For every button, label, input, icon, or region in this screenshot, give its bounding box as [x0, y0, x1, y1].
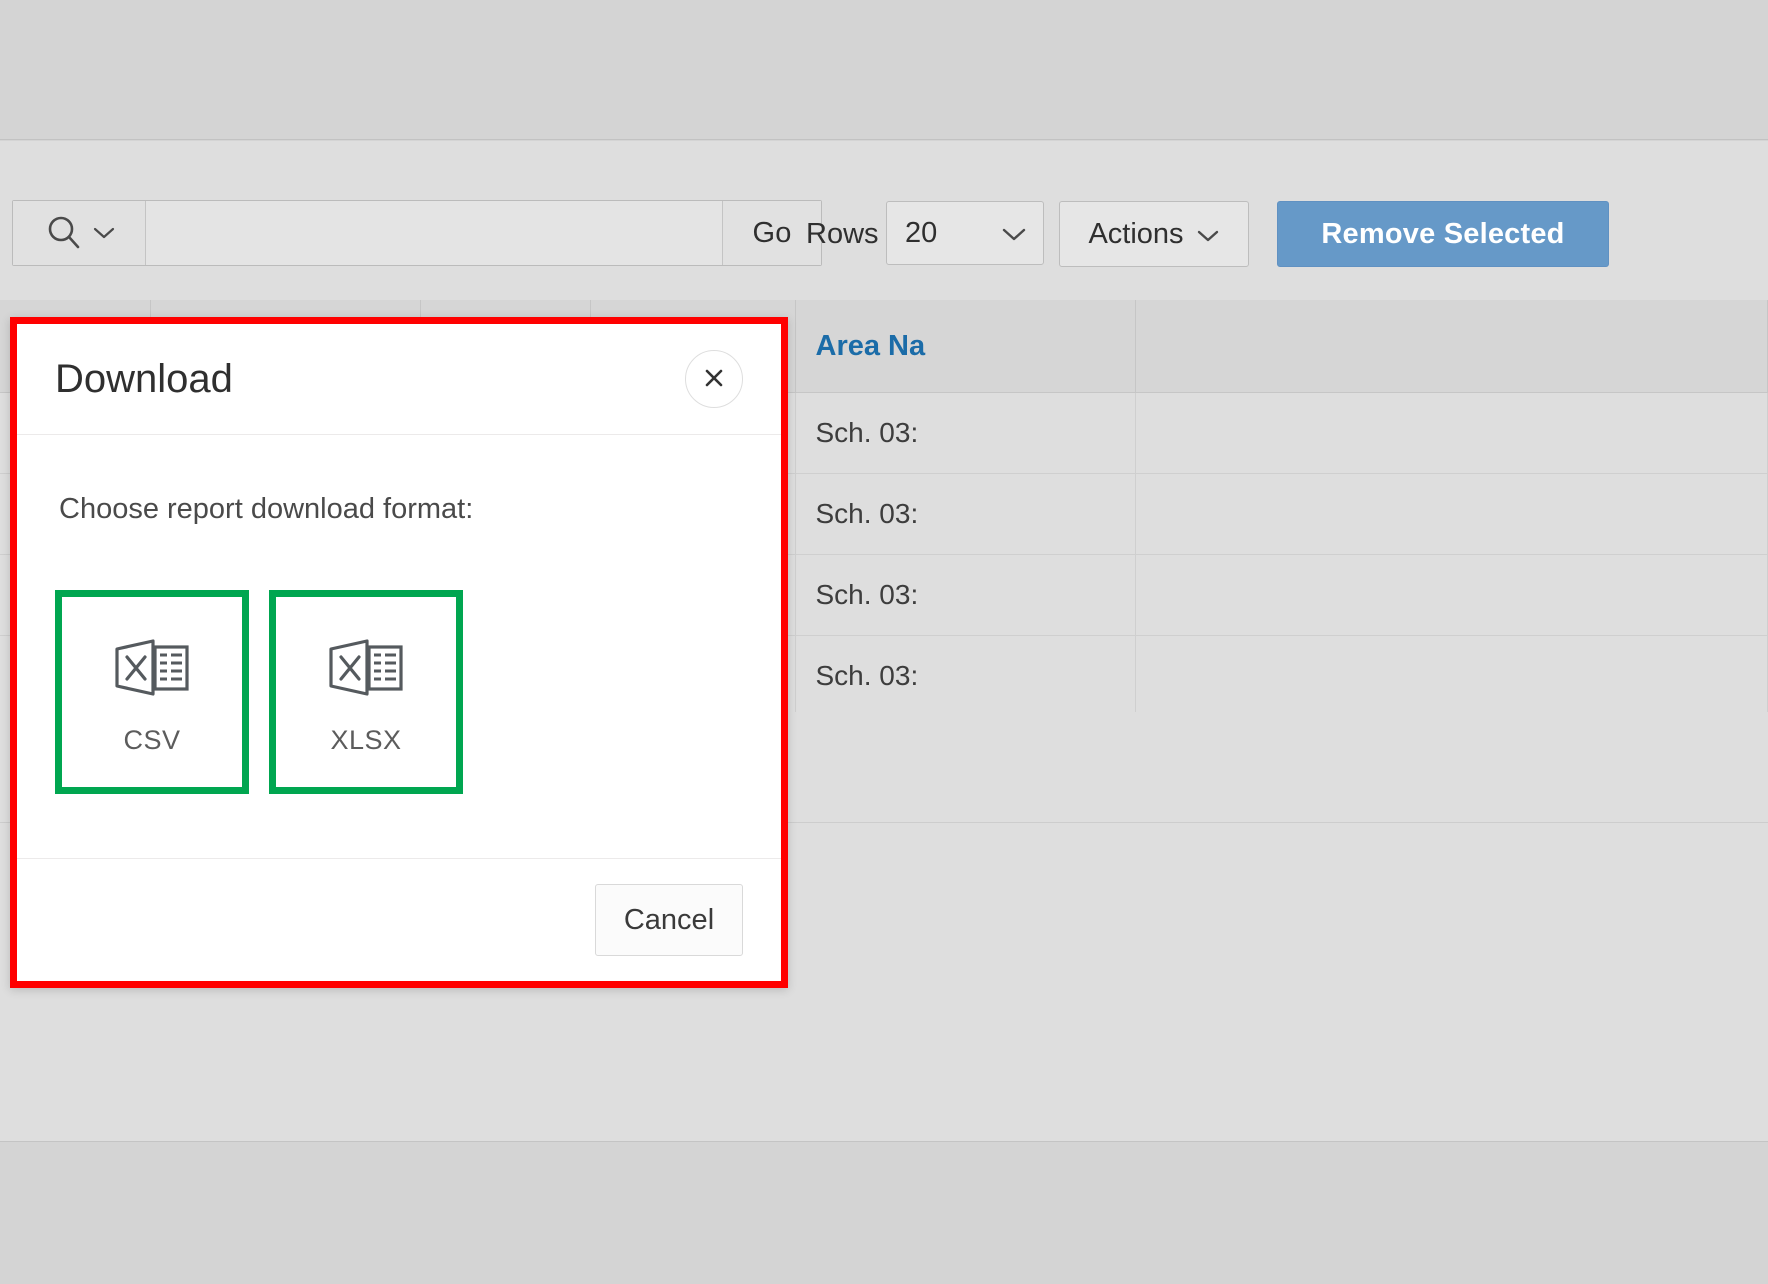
- download-format-xlsx-label: XLSX: [330, 725, 401, 756]
- download-dialog: Download Choose report download format:: [10, 317, 788, 988]
- chevron-down-icon: [1196, 218, 1220, 251]
- cell-spacer: [1135, 636, 1768, 717]
- download-format-csv-label: CSV: [123, 725, 180, 756]
- remove-selected-button[interactable]: Remove Selected: [1277, 201, 1609, 267]
- page-top-strip: [0, 0, 1768, 140]
- actions-button-label: Actions: [1088, 218, 1183, 251]
- format-options: CSV: [55, 590, 743, 858]
- cell-area-name: Sch. 03:: [795, 474, 1135, 555]
- chevron-down-icon: [1001, 217, 1027, 250]
- column-header-spacer: [1135, 300, 1768, 393]
- chevron-down-icon: [93, 226, 115, 240]
- search-input[interactable]: [146, 201, 722, 265]
- download-format-csv[interactable]: CSV: [55, 590, 249, 794]
- rows-per-page-value: 20: [905, 217, 937, 250]
- search-bar: Go: [12, 200, 822, 266]
- cell-spacer: [1135, 474, 1768, 555]
- cell-spacer: [1135, 393, 1768, 474]
- divider-top: [0, 139, 1768, 140]
- cell-area-name: Sch. 03:: [795, 393, 1135, 474]
- close-button[interactable]: [685, 350, 743, 408]
- cell-spacer: [1135, 555, 1768, 636]
- cancel-button[interactable]: Cancel: [595, 884, 743, 956]
- actions-button[interactable]: Actions: [1059, 201, 1249, 267]
- download-format-xlsx[interactable]: XLSX: [269, 590, 463, 794]
- close-icon: [700, 364, 728, 395]
- cell-area-name: Sch. 03:: [795, 555, 1135, 636]
- rows-per-page-select[interactable]: 20: [886, 201, 1044, 265]
- search-icon: [44, 213, 84, 253]
- download-format-prompt: Choose report download format:: [59, 493, 743, 526]
- cell-area-name: Sch. 03:: [795, 636, 1135, 717]
- report-toolbar: Go Rows 20 Actions Remove Selected: [0, 176, 1768, 292]
- divider-bottom: [0, 1141, 1768, 1142]
- column-header-area-name[interactable]: Area Na: [795, 300, 1135, 393]
- search-column-dropdown[interactable]: [13, 201, 146, 265]
- dialog-footer: Cancel: [17, 858, 781, 981]
- spreadsheet-icon: [109, 629, 195, 705]
- rows-label: Rows: [806, 218, 879, 251]
- spreadsheet-icon: [323, 629, 409, 705]
- dialog-header: Download: [17, 324, 781, 435]
- dialog-body: Choose report download format:: [17, 435, 781, 858]
- dialog-title: Download: [55, 357, 233, 402]
